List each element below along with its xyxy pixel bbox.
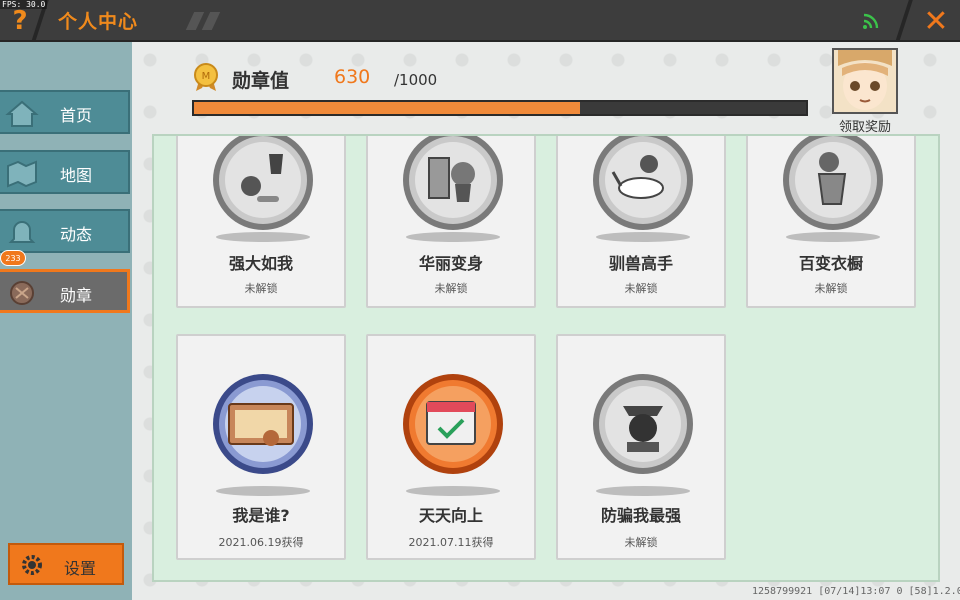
bell-icon: [8, 221, 36, 243]
reward-avatar[interactable]: [832, 48, 898, 114]
sidebar-item-label: 动态: [60, 225, 93, 244]
decorative-stripes: [185, 12, 226, 30]
badge-name: 驯兽高手: [608, 254, 673, 273]
transform-badge-icon: [403, 136, 503, 230]
page-title: 个人中心: [58, 11, 139, 33]
signal-icon: [863, 13, 879, 29]
badge-name: 百变衣橱: [798, 254, 863, 273]
medal-value-max: /1000: [394, 71, 438, 89]
help-icon: ?: [12, 6, 28, 36]
gear-icon: [22, 555, 42, 575]
sidebar-item-medals[interactable]: 勋章: [0, 269, 130, 313]
divider: [895, 0, 913, 42]
strength-badge-icon: [213, 136, 313, 230]
badge-status: 未解锁: [244, 282, 278, 295]
medal-shadow: [786, 232, 880, 242]
sidebar-item-label: 勋章: [60, 286, 93, 305]
claim-reward-label[interactable]: 领取奖励: [830, 116, 900, 135]
badge-status: 未解锁: [434, 282, 468, 295]
main-panel: M 勋章值 630 /1000 领取奖励 强大如我 未解锁 华丽变身 未解锁 驯…: [132, 42, 960, 600]
close-button[interactable]: ✕: [912, 0, 960, 42]
notification-badge: 233: [0, 250, 26, 266]
badge-name: 华丽变身: [418, 254, 483, 273]
sidebar-item-feed[interactable]: 动态: [0, 209, 130, 253]
medal-value-label: 勋章值: [232, 70, 290, 92]
house-icon: [5, 100, 39, 127]
sidebar-item-map[interactable]: 地图: [0, 150, 130, 194]
badge-card[interactable]: 天天向上 2021.07.11获得: [366, 334, 536, 560]
badge-status: 未解锁: [624, 282, 658, 295]
fps-counter: FPS: 30.0: [0, 0, 48, 9]
badge-card[interactable]: 强大如我 未解锁: [176, 136, 346, 308]
medal-value-icon: M: [194, 63, 218, 91]
sidebar-item-label: 首页: [60, 106, 93, 125]
medal-shadow: [596, 232, 690, 242]
badge-status: 未解锁: [814, 282, 848, 295]
wardrobe-badge-icon: [783, 136, 883, 230]
top-bar: ? 个人中心 ✕: [0, 0, 960, 42]
badge-name: 天天向上: [418, 506, 483, 525]
sidebar-item-label: 地图: [60, 166, 93, 185]
calendar-badge-icon: [403, 374, 503, 474]
medal-shadow: [216, 232, 310, 242]
sidebar: 首页 地图 动态 233 勋章 设置: [0, 42, 132, 600]
badge-status: 2021.06.19获得: [218, 536, 304, 549]
settings-button[interactable]: 设置: [8, 543, 124, 585]
badge-name: 我是谁?: [232, 506, 290, 525]
badge-name: 强大如我: [228, 254, 293, 273]
medal-nav-icon: [10, 281, 34, 305]
close-icon: ✕: [923, 3, 949, 39]
badge-status: 2021.07.11获得: [408, 536, 494, 549]
badge-card[interactable]: 驯兽高手 未解锁: [556, 136, 726, 308]
badge-card[interactable]: 防骗我最强 未解锁: [556, 334, 726, 560]
badge-card[interactable]: 百变衣橱 未解锁: [746, 136, 916, 308]
sidebar-item-home[interactable]: 首页: [0, 90, 130, 134]
medal-progress-bar: [192, 100, 808, 116]
badge-card[interactable]: 华丽变身 未解锁: [366, 136, 536, 308]
map-icon: [7, 160, 37, 188]
badge-name: 防骗我最强: [600, 506, 681, 525]
tamer-badge-icon: [593, 136, 693, 230]
medal-shadow: [406, 232, 500, 242]
svg-text:M: M: [202, 71, 211, 82]
settings-label: 设置: [64, 559, 97, 578]
medal-progress-fill: [194, 102, 580, 114]
medal-shadow: [596, 486, 690, 496]
id-card-badge-icon: [213, 374, 313, 474]
badge-status: 未解锁: [624, 536, 658, 549]
badge-card[interactable]: 我是谁? 2021.06.19获得: [176, 334, 346, 560]
police-badge-icon: [593, 374, 693, 474]
medal-shadow: [216, 486, 310, 496]
medal-shadow: [406, 486, 500, 496]
footer-info: 1258799921 [07/14]13:07 0 [58]1.2.0: [752, 586, 960, 597]
medal-value-current: 630: [334, 66, 371, 88]
avatar-face-icon: [834, 50, 896, 112]
badge-grid: 强大如我 未解锁 华丽变身 未解锁 驯兽高手 未解锁 百变衣橱 未解锁 我是谁?…: [152, 134, 940, 582]
